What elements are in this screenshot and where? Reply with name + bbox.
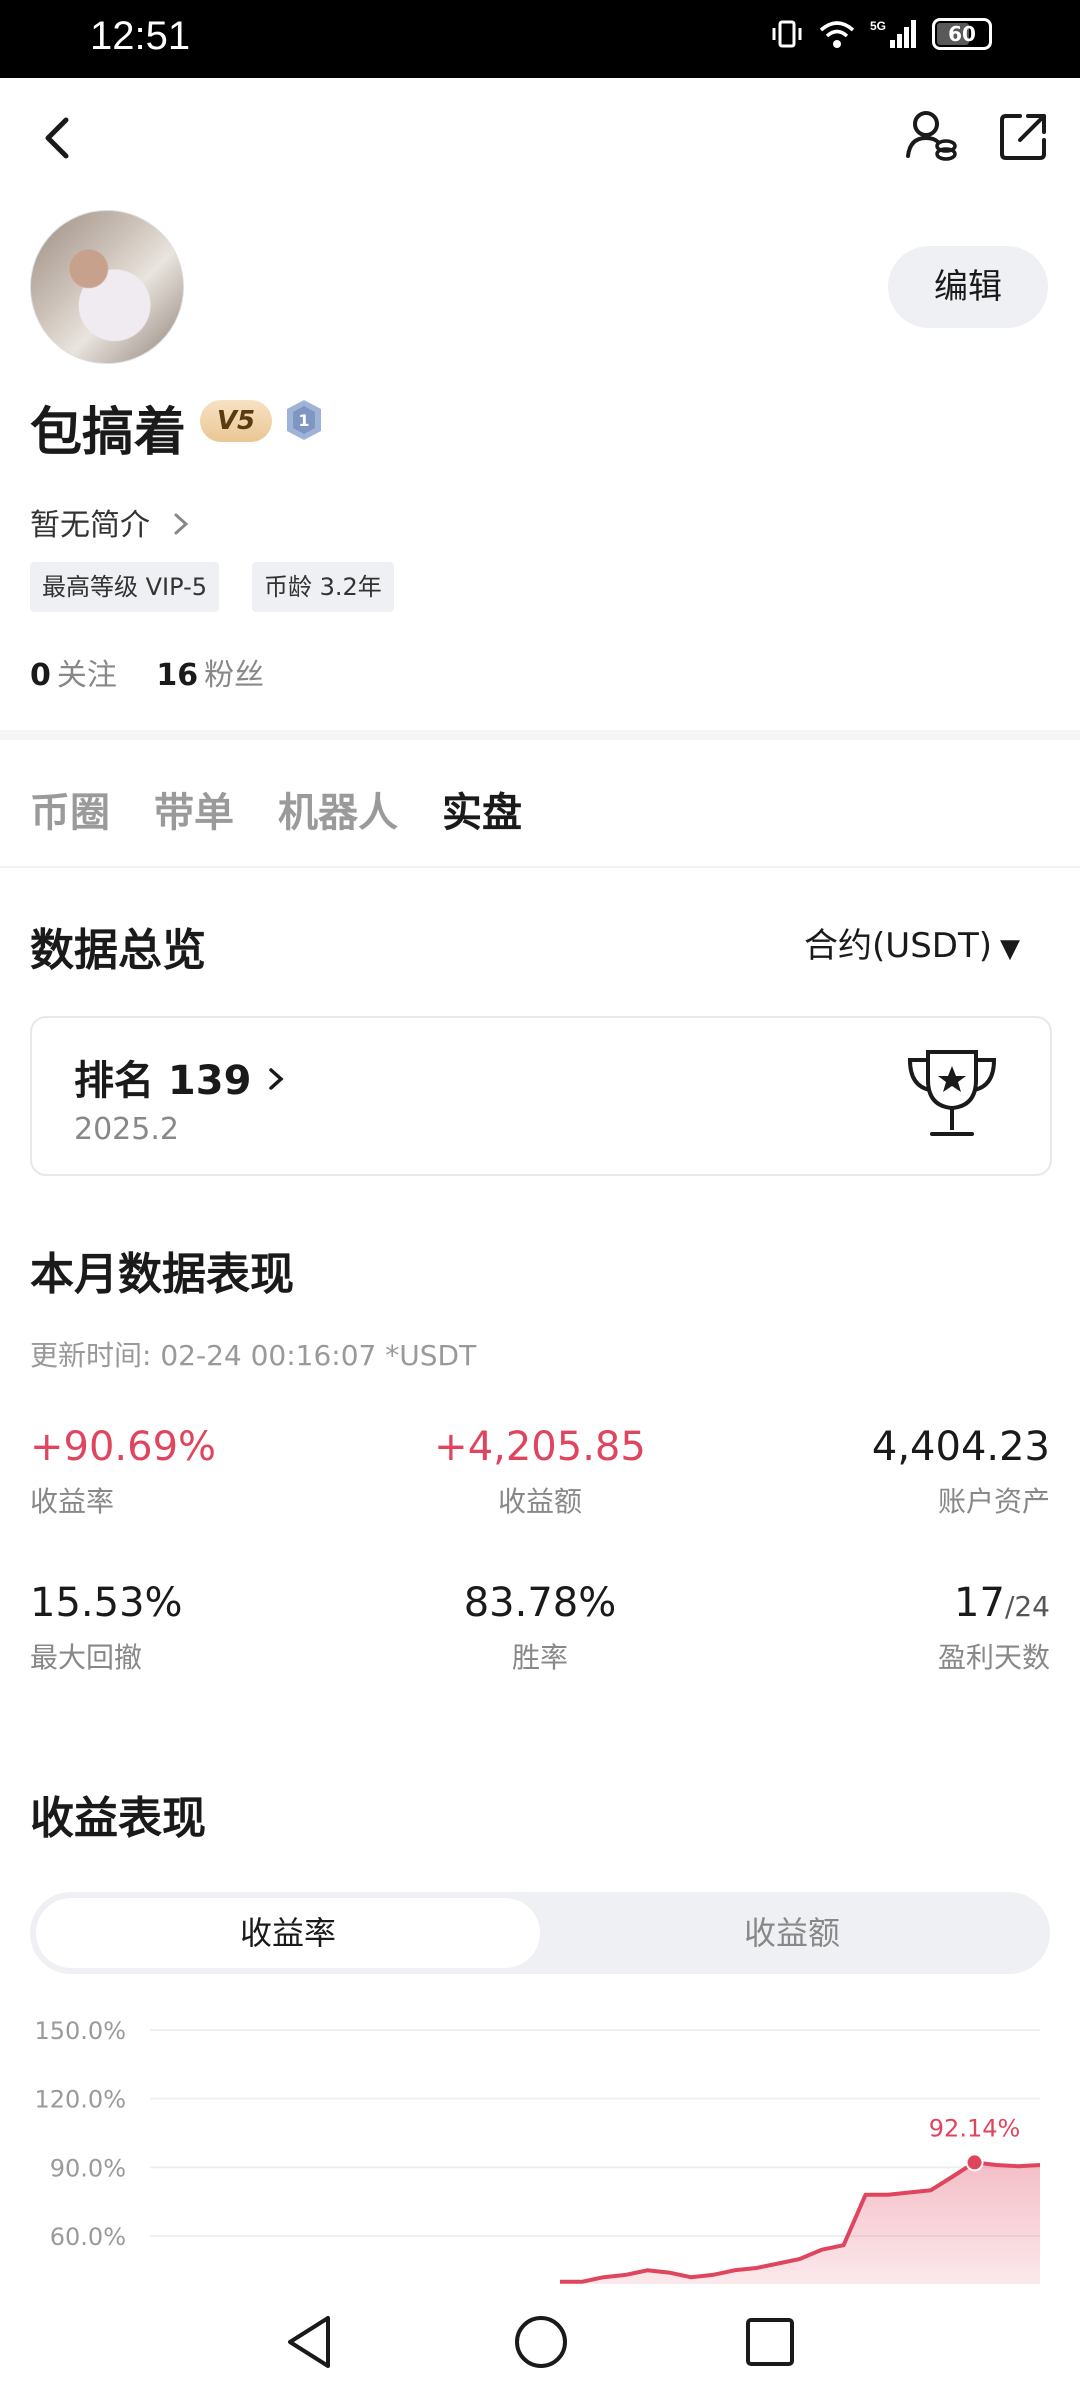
metric-value: 15.53%: [30, 1580, 183, 1626]
rank-card[interactable]: 排名 139 2025.2: [30, 1016, 1052, 1176]
tab-robot[interactable]: 机器人: [278, 780, 398, 838]
y-tick-label: 90.0%: [50, 2154, 126, 2182]
metric-value-suffix: /24: [1004, 1590, 1050, 1623]
section-divider: [0, 730, 1080, 740]
username: 包搞着: [30, 403, 187, 463]
contract-dropdown[interactable]: 合约(USDT) ▼: [804, 918, 1020, 967]
metric-profit-days: 17/24 盈利天数: [710, 1580, 1050, 1676]
rank-label: 排名 139: [74, 1058, 252, 1104]
overview-title: 数据总览: [30, 925, 206, 976]
avatar[interactable]: [30, 210, 184, 364]
metric-value: +4,205.85: [434, 1424, 646, 1470]
svg-text:5G: 5G: [870, 19, 886, 33]
contract-dropdown-value: 合约(USDT): [804, 926, 992, 966]
metric-return-amount: +4,205.85 收益额: [370, 1424, 710, 1520]
nav-recents-icon[interactable]: [742, 2314, 798, 2370]
status-icons: 5G 60: [770, 18, 992, 50]
user-coin-icon[interactable]: [904, 108, 960, 164]
trophy-icon: [907, 1050, 997, 1136]
bio-text: 暂无简介: [30, 508, 150, 543]
share-icon[interactable]: [996, 108, 1052, 164]
caret-down-icon: ▼: [1000, 934, 1020, 964]
followers-label: 粉丝: [204, 658, 265, 693]
earnings-title: 收益表现: [30, 1793, 206, 1844]
battery-level: 60: [948, 22, 976, 46]
status-time: 12:51: [90, 14, 191, 58]
vibrate-icon: [772, 20, 802, 48]
segment-return-amount[interactable]: 收益额: [540, 1898, 1044, 1968]
tab-live-trading[interactable]: 实盘: [442, 780, 522, 838]
following-link[interactable]: 0 关注: [30, 658, 117, 693]
metric-value: +90.69%: [30, 1424, 217, 1470]
metric-label: 盈利天数: [937, 1641, 1050, 1674]
tag-coin-age: 币龄 3.2年: [252, 562, 394, 612]
metric-max-drawdown: 15.53% 最大回撤: [30, 1580, 370, 1676]
metric-value: 4,404.23: [871, 1424, 1050, 1470]
chevron-right-icon: [174, 513, 188, 535]
vip-badge: V5: [200, 400, 272, 442]
y-tick-label: 150.0%: [34, 2017, 126, 2045]
rank-period: 2025.2: [74, 1112, 179, 1147]
chevron-right-icon: [269, 1068, 284, 1090]
nav-home-icon[interactable]: [512, 2312, 570, 2372]
follow-stats: 0 关注 16 粉丝: [30, 650, 264, 694]
following-label: 关注: [56, 658, 117, 693]
monthly-title: 本月数据表现: [30, 1249, 294, 1300]
edit-profile-button[interactable]: 编辑: [888, 246, 1048, 328]
y-tick-label: 120.0%: [34, 2086, 126, 2114]
level-badge-icon: 1: [287, 400, 321, 440]
tab-copy-trading[interactable]: 带单: [154, 780, 234, 838]
battery-icon: 60: [932, 18, 992, 50]
metric-label: 最大回撤: [30, 1641, 143, 1674]
system-nav-bar: [0, 2284, 1080, 2400]
nav-back-icon[interactable]: [282, 2312, 338, 2372]
y-tick-label: 60.0%: [50, 2223, 126, 2251]
tabs-divider: [0, 866, 1080, 868]
chart-peak-point: [965, 2153, 984, 2172]
svg-text:1: 1: [298, 411, 309, 430]
followers-count: 16: [156, 658, 199, 693]
chart-area-fill: [560, 2162, 1040, 2284]
bio-link[interactable]: 暂无简介: [30, 500, 192, 544]
update-time: 更新时间: 02-24 00:16:07 *USDT: [30, 1339, 477, 1372]
followers-link[interactable]: 16 粉丝: [156, 658, 264, 693]
back-arrow-icon[interactable]: [38, 114, 78, 162]
earnings-chart: 150.0% 120.0% 90.0% 60.0% 92.14%: [34, 2017, 1041, 2284]
chart-peak-label: 92.14%: [929, 2114, 1021, 2142]
segment-return-rate[interactable]: 收益率: [36, 1898, 540, 1968]
profile-tabs: 币圈 带单 机器人 实盘: [30, 780, 522, 838]
metric-win-rate: 83.78% 胜率: [370, 1580, 710, 1676]
earnings-segmented-control: 收益率 收益额: [30, 1892, 1050, 1974]
wifi-icon: [819, 21, 855, 48]
metric-value-row: 17/24: [710, 1580, 1050, 1626]
status-bar: 12:51 5G 60: [0, 0, 1080, 78]
metric-return-rate: +90.69% 收益率: [30, 1424, 370, 1520]
metric-value: 83.78%: [463, 1580, 617, 1626]
metric-label: 收益额: [497, 1485, 582, 1518]
metric-value: 17: [954, 1580, 1005, 1626]
tab-coin-circle[interactable]: 币圈: [30, 780, 110, 838]
metric-label: 收益率: [30, 1485, 115, 1518]
metric-label: 账户资产: [937, 1485, 1050, 1518]
following-count: 0: [30, 658, 51, 693]
metric-label: 胜率: [511, 1641, 568, 1674]
tag-max-vip: 最高等级 VIP-5: [30, 562, 219, 612]
metric-account-assets: 4,404.23 账户资产: [710, 1424, 1050, 1520]
signal-5g-icon: 5G: [870, 19, 916, 48]
rank-label-row: 排名 139: [74, 1048, 287, 1106]
top-bar: [0, 78, 1080, 198]
